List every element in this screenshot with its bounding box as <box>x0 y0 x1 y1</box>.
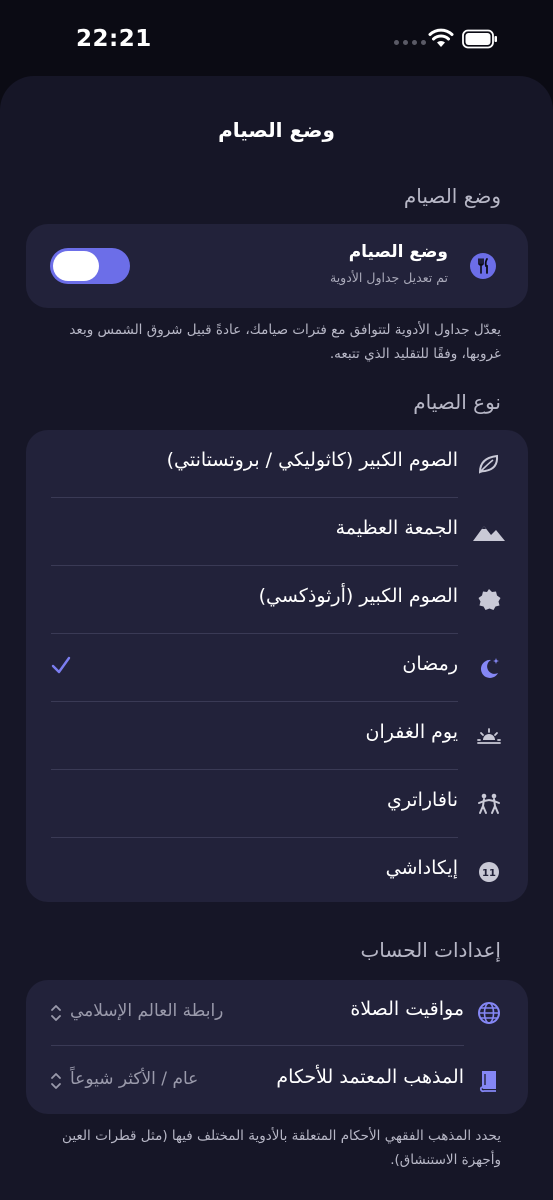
fast-type-label: الجمعة العظيمة <box>335 517 458 539</box>
fast-type-header: نوع الصيام <box>413 390 501 414</box>
fast-type-row-yom-kippur[interactable]: يوم الغفران <box>26 702 528 770</box>
school-of-thought-label: المذهب المعتمد للأحكام <box>276 1066 464 1088</box>
fasting-description: يعدّل جداول الأدوية لتتوافق مع فترات صيا… <box>69 322 501 362</box>
account-settings-header: إعدادات الحساب <box>360 938 501 962</box>
fasting-toggle-title: وضع الصيام <box>348 242 448 262</box>
leaf-icon <box>478 454 499 474</box>
toggle-knob <box>53 251 99 281</box>
fast-type-label: نافاراتري <box>386 789 458 811</box>
fast-type-row-lent[interactable]: الصوم الكبير (كاثوليكي / بروتستانتي) <box>26 430 528 498</box>
status-bar: 22:21 <box>0 0 553 80</box>
fast-type-row-navaratri[interactable]: نافاراتري <box>26 770 528 838</box>
prayer-times-value[interactable]: رابطة العالم الإسلامي <box>70 1001 223 1021</box>
fast-type-label: رمضان <box>402 653 458 675</box>
svg-text:11: 11 <box>482 868 496 879</box>
fast-type-row-ramadan[interactable]: رمضان <box>26 634 528 702</box>
fast-type-row-good-friday[interactable]: الجمعة العظيمة <box>26 498 528 566</box>
fasting-mode-toggle[interactable] <box>50 248 130 284</box>
number-11-icon: 11 <box>479 862 499 882</box>
mountains-icon <box>473 526 505 541</box>
fast-type-row-ekadashi[interactable]: 11 إيكاداشي <box>26 838 528 906</box>
fast-type-label: الصوم الكبير (كاثوليكي / بروتستانتي) <box>166 449 458 471</box>
sunset-icon <box>477 728 501 744</box>
book-icon <box>479 1071 496 1093</box>
fast-type-list: الصوم الكبير (كاثوليكي / بروتستانتي) الج… <box>26 430 528 902</box>
battery-icon <box>462 29 497 49</box>
globe-icon <box>478 1002 500 1024</box>
fasting-toggle-card: وضع الصيام تم تعديل جداول الأدوية <box>26 224 528 308</box>
fast-type-row-orthodox-lent[interactable]: الصوم الكبير (أرثوذكسي) <box>26 566 528 634</box>
prayer-times-label: مواقيت الصلاة <box>350 998 464 1020</box>
dance-icon <box>478 793 500 814</box>
fasting-mode-sheet: وضع الصيام وضع الصيام وضع الصيام تم تعدي… <box>0 76 553 1200</box>
badge-star-icon <box>478 589 501 610</box>
crescent-moon-icon <box>480 658 499 678</box>
fork-knife-icon <box>470 253 496 279</box>
fasting-section-header: وضع الصيام <box>403 184 501 208</box>
status-time: 22:21 <box>76 26 152 52</box>
account-settings-card: مواقيت الصلاة رابطة العالم الإسلامي المذ… <box>26 980 528 1114</box>
checkmark-icon <box>51 656 71 674</box>
chevron-updown-icon <box>51 1005 61 1021</box>
fast-type-label: الصوم الكبير (أرثوذكسي) <box>258 585 458 607</box>
fasting-toggle-subtitle: تم تعديل جداول الأدوية <box>330 270 448 285</box>
fast-type-label: إيكاداشي <box>385 857 458 879</box>
school-of-thought-description: يحدد المذهب الفقهي الأحكام المتعلقة بالأ… <box>62 1128 501 1168</box>
sheet-title: وضع الصيام <box>218 118 335 142</box>
cellular-signal-icon <box>394 40 426 45</box>
chevron-updown-icon <box>51 1073 61 1089</box>
prayer-times-row[interactable]: مواقيت الصلاة رابطة العالم الإسلامي <box>26 980 528 1046</box>
row-divider <box>51 1045 464 1046</box>
fast-type-label: يوم الغفران <box>365 721 458 743</box>
wifi-icon <box>428 28 454 47</box>
school-of-thought-row[interactable]: المذهب المعتمد للأحكام عام / الأكثر شيوع… <box>26 1048 528 1114</box>
school-of-thought-value[interactable]: عام / الأكثر شيوعاً <box>70 1069 198 1089</box>
